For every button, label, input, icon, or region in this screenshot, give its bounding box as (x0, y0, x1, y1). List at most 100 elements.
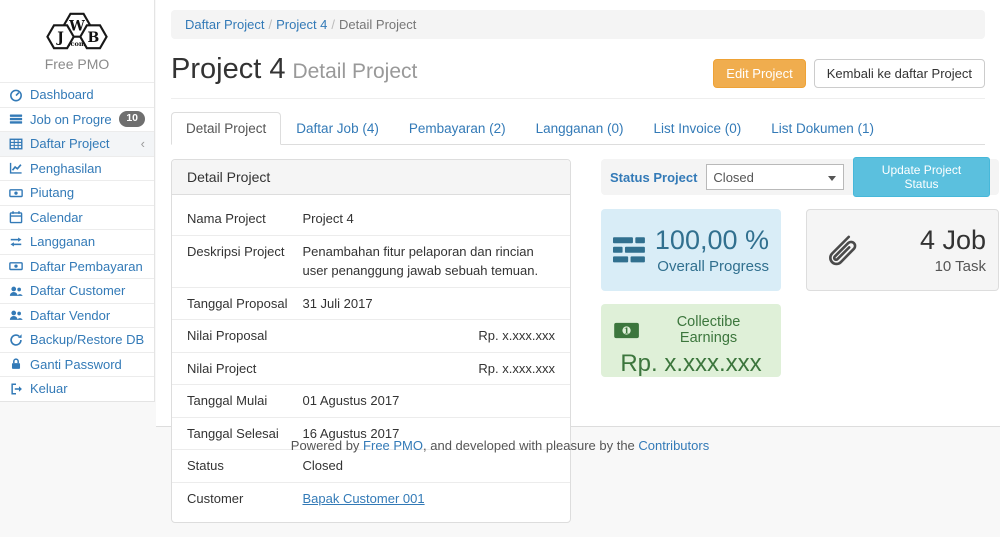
overall-progress-value: 100,00 % (655, 225, 769, 256)
refresh-icon (9, 333, 23, 347)
sidebar-item-job-on-progress[interactable]: Job on Progress 10 (0, 107, 154, 132)
row-value: Rp. x.xxx.xxx (287, 352, 570, 385)
table-row: Nama Project Project 4 (172, 203, 570, 235)
row-label: Tanggal Proposal (172, 287, 287, 320)
table-row: Tanggal Mulai 01 Agustus 2017 (172, 385, 570, 418)
sidebar-item-label: Ganti Password (30, 357, 145, 372)
tab-pembayaran[interactable]: Pembayaran (2) (394, 112, 521, 145)
job-count-badge: 10 (119, 111, 145, 127)
svg-text:W: W (68, 19, 85, 35)
edit-project-button[interactable]: Edit Project (713, 59, 805, 88)
sidebar-item-label: Keluar (30, 381, 145, 396)
project-detail-table: Nama Project Project 4 Deskripsi Project… (172, 203, 570, 514)
sidebar-item-label: Langganan (30, 234, 145, 249)
sidebar-item-label: Daftar Vendor (30, 308, 145, 323)
money-icon (9, 186, 23, 200)
tab-detail-project[interactable]: Detail Project (171, 112, 281, 145)
sidebar-item-penghasilan[interactable]: Penghasilan (0, 156, 154, 181)
tasks-icon (613, 233, 645, 267)
brand-name: Free PMO (10, 56, 144, 76)
job-count-value: 4 Job (871, 225, 986, 256)
line-chart-icon (9, 161, 23, 175)
sidebar-item-daftar-vendor[interactable]: Daftar Vendor (0, 303, 154, 328)
sidebar-nav: Dashboard Job on Progress 10 Daftar Proj… (0, 82, 154, 401)
svg-text:1: 1 (624, 326, 630, 335)
table-row: Deskripsi Project Penambahan fitur pelap… (172, 235, 570, 287)
breadcrumb-daftar-project[interactable]: Daftar Project (185, 17, 264, 32)
breadcrumb: Daftar Project/Project 4/Detail Project (171, 10, 985, 39)
row-label: Customer (172, 482, 287, 514)
sign-out-icon (9, 382, 23, 396)
footer-contributors-link[interactable]: Contributors (638, 438, 709, 453)
paperclip-icon (819, 228, 861, 272)
row-value: Project 4 (287, 203, 570, 235)
update-project-status-button[interactable]: Update Project Status (853, 157, 990, 197)
earnings-value: Rp. x.xxx.xxx (613, 350, 769, 378)
app-logo[interactable]: W J B .com Free PMO (0, 0, 154, 82)
sidebar-item-label: Piutang (30, 185, 145, 200)
sidebar-item-daftar-customer[interactable]: Daftar Customer (0, 278, 154, 303)
row-label: Nama Project (172, 203, 287, 235)
row-label: Nilai Proposal (172, 320, 287, 353)
footer-text: , and developed with pleasure by the (423, 438, 638, 453)
sidebar-item-label: Penghasilan (30, 161, 145, 176)
customer-link[interactable]: Bapak Customer 001 (302, 491, 424, 506)
job-summary-card: 4 Job 10 Task (806, 209, 999, 291)
breadcrumb-separator: / (264, 17, 276, 32)
sidebar-item-langganan[interactable]: Langganan (0, 229, 154, 254)
sidebar-item-piutang[interactable]: Piutang (0, 180, 154, 205)
overall-progress-label: Overall Progress (655, 258, 769, 275)
footer-free-pmo-link[interactable]: Free PMO (363, 438, 423, 453)
sidebar-item-label: Daftar Pembayaran (30, 259, 145, 274)
lock-icon (9, 357, 23, 371)
collectible-earnings-card: 1 Collectibe Earnings Rp. x.xxx.xxx (601, 304, 781, 377)
table-row: Nilai Project Rp. x.xxx.xxx (172, 352, 570, 385)
sidebar-item-label: Backup/Restore DB (30, 332, 145, 347)
row-value: Closed (287, 450, 570, 483)
retweet-icon (9, 235, 23, 249)
back-to-project-list-button[interactable]: Kembali ke daftar Project (814, 59, 985, 88)
sidebar-item-label: Job on Progress (30, 112, 112, 127)
status-select-input[interactable]: Closed (707, 165, 843, 189)
svg-text:B: B (88, 30, 100, 46)
sidebar-item-calendar[interactable]: Calendar (0, 205, 154, 230)
panel-title: Detail Project (172, 160, 570, 195)
row-label: Status (172, 450, 287, 483)
row-label: Deskripsi Project (172, 235, 287, 287)
sidebar-item-backup-restore[interactable]: Backup/Restore DB (0, 327, 154, 352)
table-icon (9, 137, 23, 151)
page-header: Project 4Detail Project Edit Project Kem… (171, 53, 985, 99)
detail-project-panel: Detail Project Nama Project Project 4 De… (171, 159, 571, 523)
chevron-left-icon: ‹ (141, 136, 145, 151)
status-select[interactable]: Closed (706, 164, 844, 190)
tasks-icon (9, 112, 23, 126)
sidebar-item-label: Dashboard (30, 87, 145, 102)
status-project-label: Status Project (610, 170, 697, 185)
row-value: 31 Juli 2017 (287, 287, 570, 320)
row-label: Tanggal Mulai (172, 385, 287, 418)
sidebar-item-daftar-project[interactable]: Daftar Project ‹ (0, 131, 154, 156)
breadcrumb-project-4[interactable]: Project 4 (276, 17, 327, 32)
tab-bar: Detail Project Daftar Job (4) Pembayaran… (171, 112, 985, 145)
tab-list-invoice[interactable]: List Invoice (0) (638, 112, 756, 145)
users-icon (9, 308, 23, 322)
sidebar-item-label: Daftar Customer (30, 283, 145, 298)
tab-daftar-job[interactable]: Daftar Job (4) (281, 112, 394, 145)
sidebar-item-keluar[interactable]: Keluar (0, 376, 154, 401)
main-content: Daftar Project/Project 4/Detail Project … (156, 0, 1000, 427)
svg-text:J: J (55, 30, 64, 46)
money-icon: 1 (613, 321, 640, 340)
users-icon (9, 284, 23, 298)
row-value: 01 Agustus 2017 (287, 385, 570, 418)
page-title: Project 4 (171, 53, 285, 85)
row-value: Rp. x.xxx.xxx (287, 320, 570, 353)
sidebar-item-ganti-password[interactable]: Ganti Password (0, 352, 154, 377)
tab-langganan[interactable]: Langganan (0) (521, 112, 639, 145)
calendar-icon (9, 210, 23, 224)
svg-text:.com: .com (68, 40, 86, 48)
tab-list-dokumen[interactable]: List Dokumen (1) (756, 112, 889, 145)
table-row: Customer Bapak Customer 001 (172, 482, 570, 514)
sidebar-item-dashboard[interactable]: Dashboard (0, 82, 154, 107)
table-row: Tanggal Proposal 31 Juli 2017 (172, 287, 570, 320)
sidebar-item-daftar-pembayaran[interactable]: Daftar Pembayaran (0, 254, 154, 279)
